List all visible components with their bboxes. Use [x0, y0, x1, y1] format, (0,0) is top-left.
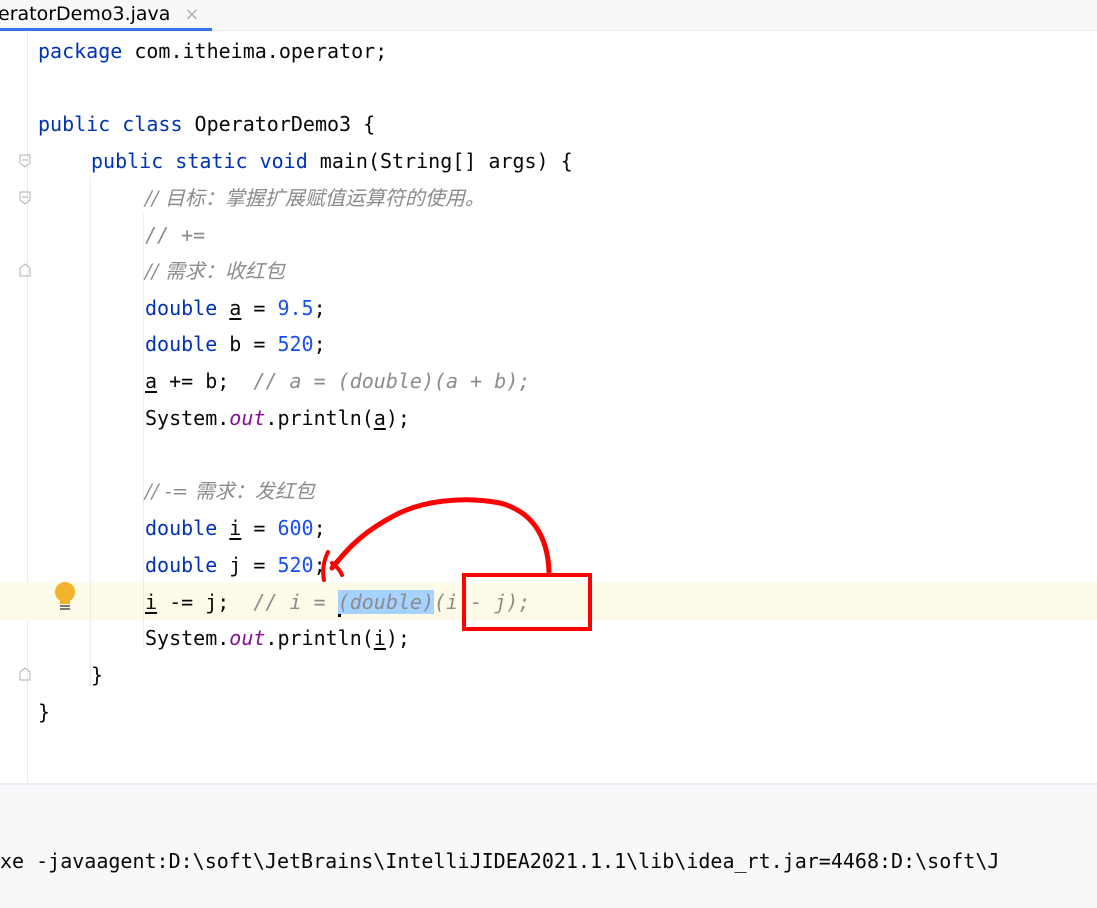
comment: // 目标：掌握扩展赋值运算符的使用。 [145, 186, 485, 210]
keyword: double [145, 516, 218, 540]
code-line-19[interactable]: } [38, 694, 50, 731]
variable: b [229, 332, 242, 356]
code-line-14[interactable]: double i = 600; [145, 510, 326, 547]
code-text: OperatorDemo3 { [182, 112, 376, 136]
variable: a [229, 296, 242, 320]
variable: a [145, 369, 158, 393]
editor-tab-bar: eratorDemo3.java × [0, 0, 1097, 31]
tab-label: eratorDemo3.java [0, 3, 171, 25]
code-line-16[interactable]: i -= j; // i = (double)(i - j); [145, 584, 530, 621]
comment: // a = (double)(a + b); [253, 369, 531, 393]
comment: // 需求：收红包 [145, 259, 285, 283]
keyword: double [145, 553, 218, 577]
selected-text: (double) [337, 590, 435, 614]
code-line-5[interactable]: // 目标：掌握扩展赋值运算符的使用。 [145, 180, 485, 217]
code-line-1[interactable]: package com.itheima.operator; [38, 33, 387, 70]
number-literal: 600 [277, 516, 314, 540]
variable: i [145, 590, 158, 614]
code-line-9[interactable]: double b = 520; [145, 326, 326, 363]
code-text: com.itheima.operator; [122, 39, 388, 63]
comment: (i - j); [434, 590, 531, 614]
static-field: out [229, 626, 266, 650]
lightbulb-icon[interactable] [52, 580, 78, 614]
code-text: += b; [157, 369, 230, 393]
code-line-17[interactable]: System.out.println(i); [145, 620, 410, 657]
console-output-line: xe -javaagent:D:\soft\JetBrains\IntelliJ… [0, 849, 1000, 873]
code-text: ; [313, 553, 326, 577]
static-field: out [229, 406, 266, 430]
keyword: double [145, 332, 218, 356]
comment: // i = [253, 590, 338, 614]
keyword: class [122, 112, 183, 136]
keyword: static [175, 149, 248, 173]
annotation-arrow-head [330, 561, 344, 577]
code-text: .println( [265, 406, 374, 430]
variable: i [229, 516, 242, 540]
comment: // += [145, 223, 206, 247]
code-line-6[interactable]: // += [145, 217, 205, 254]
code-line-11[interactable]: System.out.println(a); [145, 400, 410, 437]
variable: a [373, 406, 386, 430]
close-icon[interactable]: × [184, 4, 199, 25]
code-text: ; [313, 516, 326, 540]
variable: j [229, 553, 242, 577]
fold-marker-icon[interactable] [17, 666, 33, 682]
operator: = [241, 296, 278, 320]
code-line-13[interactable]: // -= 需求：发红包 [145, 473, 315, 510]
code-line-8[interactable]: double a = 9.5; [145, 290, 326, 327]
code-text: .println( [265, 626, 374, 650]
variable: i [373, 626, 386, 650]
closing-brace: } [91, 663, 104, 687]
keyword: void [259, 149, 308, 173]
operator: = [241, 553, 278, 577]
annotation-arrow [329, 497, 552, 575]
code-line-7[interactable]: // 需求：收红包 [145, 253, 285, 290]
fold-marker-icon[interactable] [17, 190, 33, 206]
number-literal: 520 [277, 332, 314, 356]
fold-marker-icon[interactable] [17, 153, 33, 169]
operator: = [241, 332, 278, 356]
closing-brace: } [38, 700, 51, 724]
code-text: System. [145, 406, 230, 430]
code-line-3[interactable]: public class OperatorDemo3 { [38, 106, 375, 143]
code-text: ); [385, 406, 410, 430]
code-line-10[interactable]: a += b; // a = (double)(a + b); [145, 363, 530, 400]
code-text: ); [385, 626, 410, 650]
code-text: main(String[] args) { [307, 149, 573, 173]
code-text: System. [145, 626, 230, 650]
comment: // -= 需求：发红包 [145, 479, 315, 503]
keyword: public [38, 112, 111, 136]
code-text: ; [313, 332, 326, 356]
keyword: public [91, 149, 164, 173]
code-line-18[interactable]: } [91, 657, 103, 694]
operator: = [241, 516, 278, 540]
indent-guide [143, 214, 144, 648]
code-text: ; [313, 296, 326, 320]
keyword: double [145, 296, 218, 320]
fold-marker-icon[interactable] [17, 262, 33, 278]
keyword: package [38, 39, 123, 63]
code-line-4[interactable]: public static void main(String[] args) { [91, 143, 573, 180]
indent-guide [90, 177, 91, 685]
code-text: -= j; [157, 590, 230, 614]
number-literal: 520 [277, 553, 314, 577]
code-line-15[interactable]: double j = 520; [145, 547, 326, 584]
number-literal: 9.5 [277, 296, 314, 320]
tab-operatordemo3[interactable]: eratorDemo3.java × [0, 0, 212, 31]
